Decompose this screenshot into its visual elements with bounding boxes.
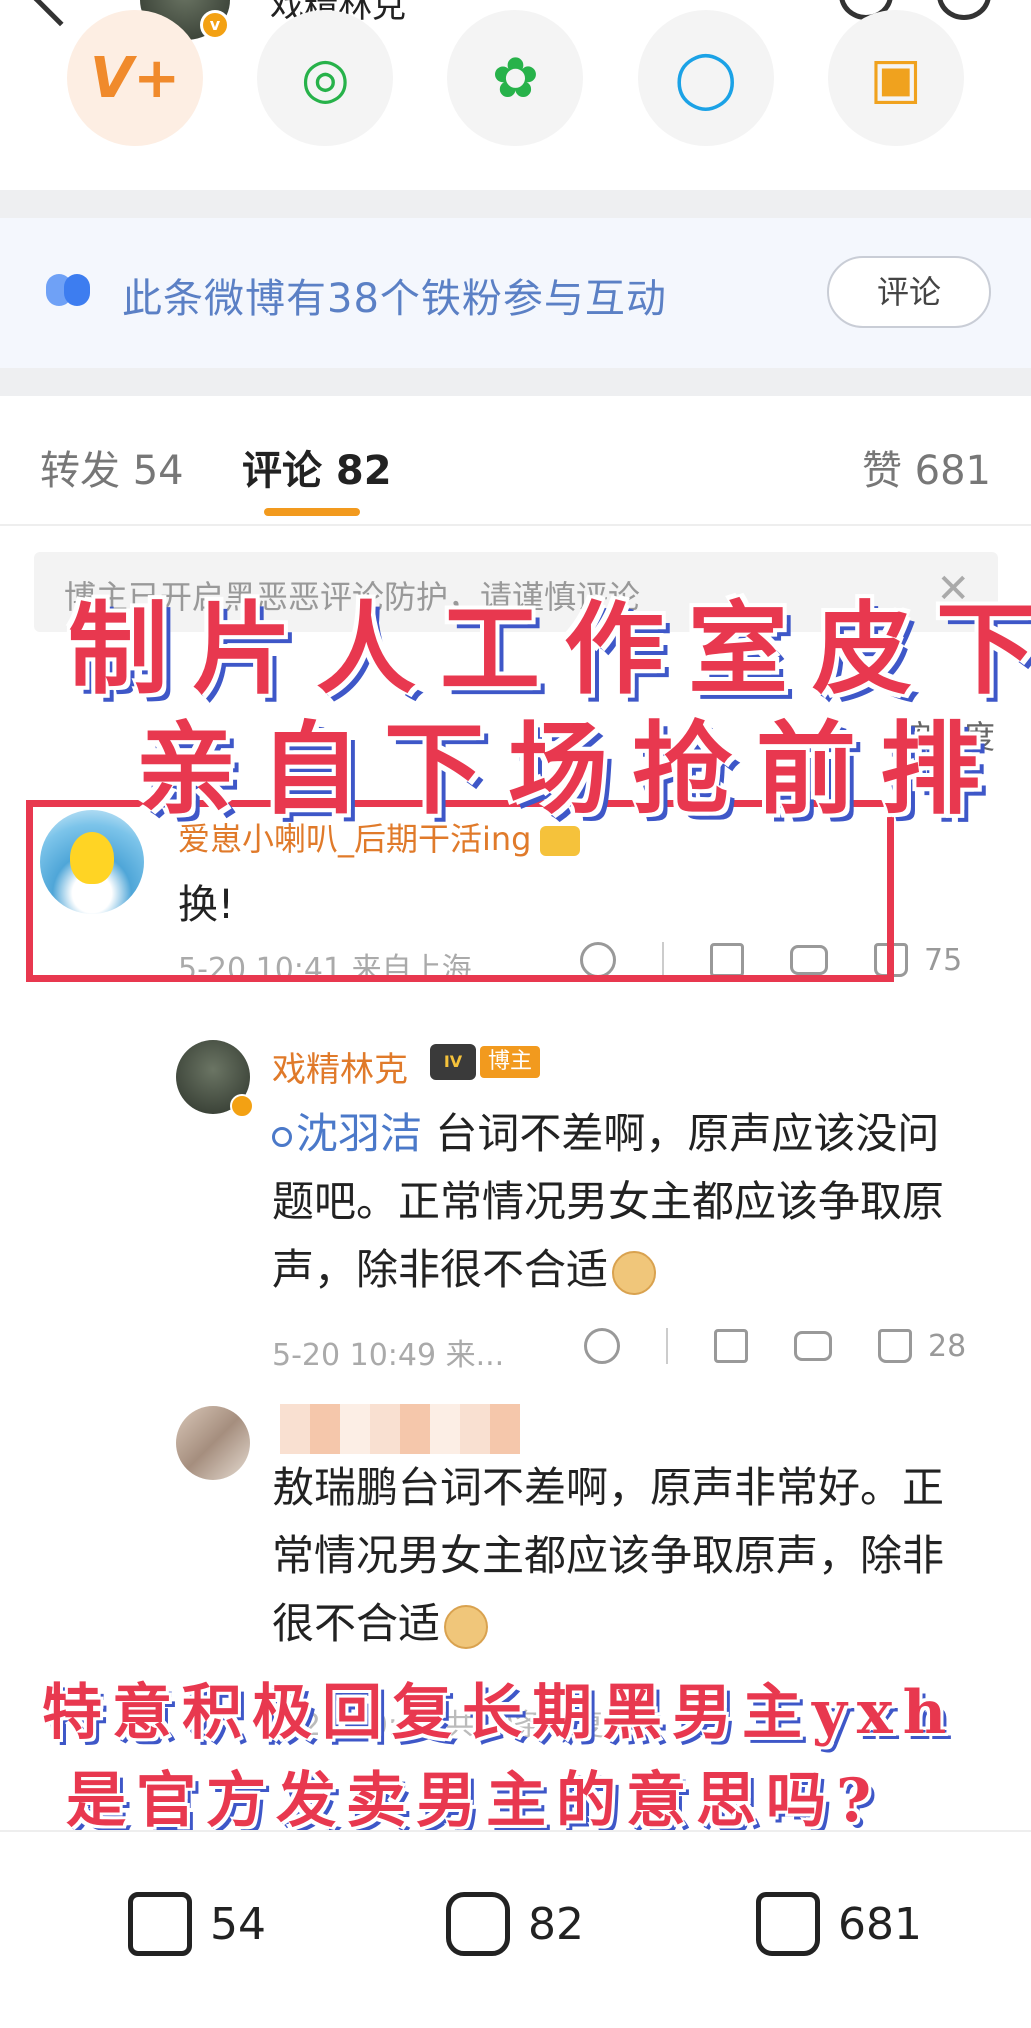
mention-link[interactable]: 沈羽洁 [296,1109,422,1158]
fans-icon [46,274,92,306]
wechat-icon[interactable]: ◎ [257,10,394,146]
verified-icon [230,1094,254,1118]
divider [666,1328,668,1364]
like-button[interactable]: 681 [756,1892,922,1956]
share-icon[interactable] [714,1329,748,1363]
moments-icon[interactable]: ✿ [447,10,584,146]
overlay-caption: 亲自下场抢前排 [136,710,1004,828]
fans-interaction-banner: 此条微博有38个铁粉参与互动 评论 [0,218,1031,368]
tab-likes[interactable]: 赞 681 [862,438,991,496]
save-image-icon[interactable]: ▣ [827,10,964,146]
redacted-username [280,1404,520,1454]
reply-body: 敖瑞鹏台词不差啊，原声非常好。正常情况男女主都应该争取原声，除非很不合适 [272,1463,945,1648]
reply-text: 沈羽洁 台词不差啊，原声应该没问题吧。正常情况男女主都应该争取原声，除非很不合适 [272,1100,972,1304]
qq-icon[interactable]: ◯ [637,10,774,146]
like-count: 681 [838,1898,922,1950]
search-icon [272,1126,292,1147]
reply-text: 敖瑞鹏台词不差啊，原声非常好。正常情况男女主都应该争取原声，除非很不合适 [272,1454,972,1658]
comment-icon [446,1892,510,1956]
doge-emoji-icon [612,1250,657,1295]
share-row: V+ ◎ ✿ ◯ ▣ [0,10,1031,170]
dislike-icon[interactable] [584,1328,620,1364]
section-divider [0,190,1031,218]
active-tab-indicator [264,508,360,516]
level-crown-badge: IV [430,1044,476,1080]
like-icon[interactable] [878,1329,912,1363]
reply-username[interactable]: 戏精林克 [272,1042,408,1091]
comment-count: 82 [528,1898,584,1950]
tab-repost[interactable]: 转发 54 [40,438,184,496]
thumb-up-icon [756,1892,820,1956]
like-count: 75 [924,942,963,978]
weibo-vip-icon[interactable]: V+ [67,10,204,146]
bottom-action-bar: 54 82 681 [0,1830,1031,2028]
avatar[interactable] [176,1040,254,1118]
doge-emoji-icon [444,1604,489,1649]
overlay-caption: 特意积极回复长期黑男主yxh [42,1678,957,1748]
overlay-caption: 是官方发卖男主的意思吗? [66,1766,882,1836]
reply-icon[interactable] [794,1331,832,1361]
repost-icon [128,1892,192,1956]
tab-comment[interactable]: 评论 82 [242,438,392,496]
banner-comment-button[interactable]: 评论 [827,256,991,328]
like-count: 28 [928,1328,967,1364]
repost-count: 54 [210,1898,266,1950]
reply-actions: 28 [584,1328,966,1364]
section-divider [0,368,1031,396]
reply-meta: 5-20 10:49 来... [272,1338,505,1373]
comment-button[interactable]: 82 [446,1892,584,1956]
reply-badges: IV 博主 [430,1044,541,1080]
comment-tabs: 转发 54 评论 82 赞 681 [0,396,1031,526]
weibo-comment-page: v 戏精林克 V+ ◎ ✿ ◯ ▣ 此条微博有38个铁粉参与互动 评论 转发 5… [0,0,1031,2028]
banner-text: 此条微博有38个铁粉参与互动 [122,276,667,322]
blogger-badge: 博主 [480,1046,541,1078]
avatar[interactable] [176,1406,250,1480]
repost-button[interactable]: 54 [128,1892,266,1956]
